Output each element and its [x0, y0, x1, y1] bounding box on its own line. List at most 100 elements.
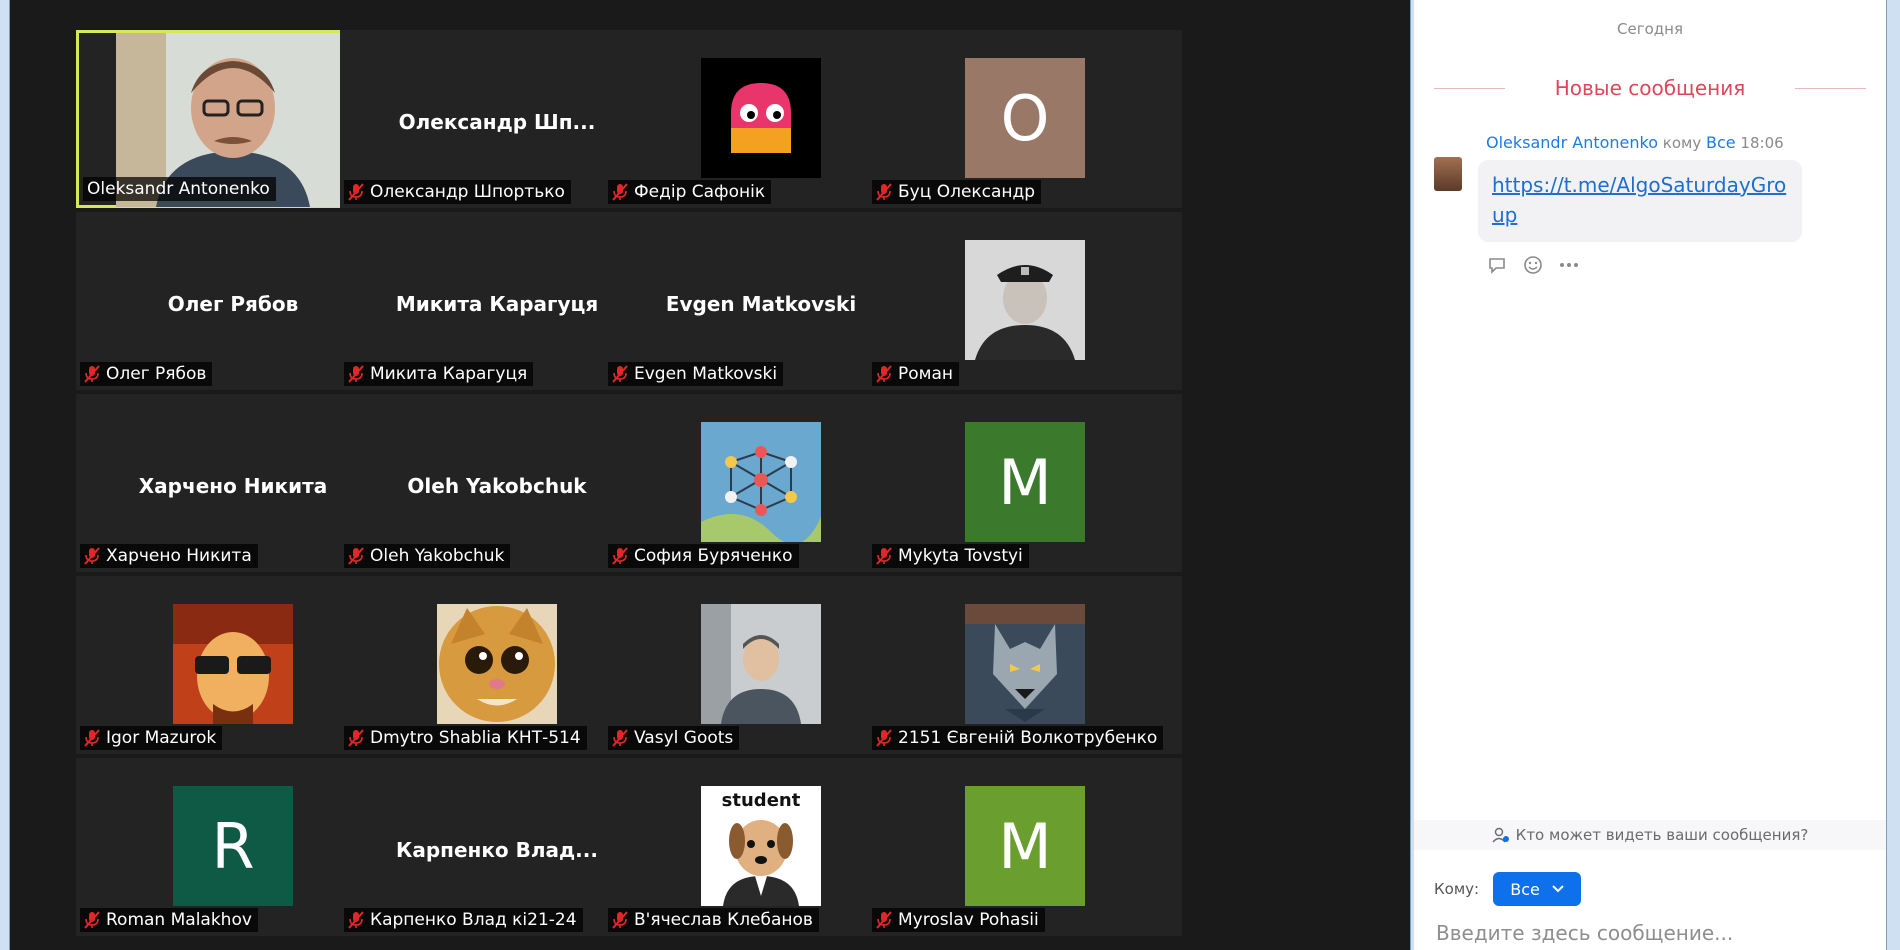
muted-mic-icon [84, 547, 100, 565]
participant-name-label: Myroslav Pohasii [872, 908, 1045, 932]
participant-name-label: Буц Олександр [872, 180, 1042, 204]
participant-tile[interactable]: 2151 Євгеній Волкотрубенко [868, 576, 1182, 754]
participant-name-label: Vasyl Goots [608, 726, 740, 750]
participant-name-label: Федір Сафонік [608, 180, 772, 204]
window-frame-left [0, 0, 10, 950]
participant-name: В'ячеслав Клебанов [634, 910, 813, 930]
participant-name-label: Микита Карагуця [344, 362, 534, 386]
reply-icon[interactable] [1486, 254, 1508, 276]
avatar: O [965, 58, 1085, 178]
muted-mic-icon [876, 183, 892, 201]
participant-name-label: Evgen Matkovski [608, 362, 784, 386]
chat-panel: Сегодня Новые сообщения Oleksandr Antone… [1414, 0, 1886, 950]
more-icon[interactable] [1558, 254, 1580, 276]
cat-avatar [437, 604, 557, 724]
man-photo [701, 604, 821, 724]
participant-name-label: Олександр Шпортько [344, 180, 571, 204]
participant-grid: Oleksandr Antonenko Олександр Шп... Олекса… [76, 30, 1358, 950]
avatar: M [965, 422, 1085, 542]
participant-name: 2151 Євгеній Волкотрубенко [898, 728, 1158, 748]
emoji-icon[interactable] [1522, 254, 1544, 276]
chevron-down-icon [1552, 885, 1564, 893]
participant-name: Харчено Никита [106, 546, 252, 566]
recipient-row: Кому: Все [1434, 872, 1582, 906]
muted-mic-icon [84, 365, 100, 383]
who-can-see-link[interactable]: Кто может видеть ваши сообщения? [1414, 820, 1886, 850]
recipient-label: Кому: [1434, 880, 1480, 898]
participant-name-label: Oleh Yakobchuk [344, 544, 511, 568]
who-can-see-text: Кто может видеть ваши сообщения? [1515, 826, 1809, 844]
svg-text:student: student [722, 790, 801, 811]
message-link[interactable]: https://t.me/AlgoSaturdayGroup [1492, 173, 1786, 227]
participant-name: Карпенко Влад кі21-24 [370, 910, 577, 930]
sunglasses-portrait [173, 604, 293, 724]
recipient-value: Все [1510, 879, 1540, 899]
participant-name-label: Карпенко Влад кі21-24 [344, 908, 583, 932]
window-frame-right [1886, 0, 1900, 950]
participant-name-label: 2151 Євгеній Волкотрубенко [872, 726, 1164, 750]
message-actions [1486, 254, 1580, 276]
avatar: R [173, 786, 293, 906]
muted-mic-icon [612, 183, 628, 201]
participant-name: Буц Олександр [898, 182, 1036, 202]
participant-name: Vasyl Goots [634, 728, 734, 748]
pacman-ghost-avatar [701, 58, 821, 178]
participant-name: София Буряченко [634, 546, 793, 566]
muted-mic-icon [612, 729, 628, 747]
divider-line [1795, 87, 1867, 89]
message-to-prefix: кому [1662, 134, 1702, 152]
participant-name-label: Roman Malakhov [80, 908, 258, 932]
muted-mic-icon [612, 547, 628, 565]
message-recipient: Все [1706, 133, 1736, 152]
participant-tile[interactable]: M Mykyta Tovstyi [868, 394, 1182, 572]
recipient-dropdown[interactable]: Все [1493, 872, 1582, 906]
participant-name: Evgen Matkovski [634, 364, 778, 384]
muted-mic-icon [348, 547, 364, 565]
muted-mic-icon [348, 911, 364, 929]
participant-name: Олег Рябов [106, 364, 207, 384]
date-separator: Сегодня [1617, 20, 1683, 38]
participant-name-label: В'ячеслав Клебанов [608, 908, 819, 932]
participant-name: Олександр Шпортько [370, 182, 565, 202]
divider-line [1434, 87, 1505, 89]
muted-mic-icon [348, 729, 364, 747]
participant-name-label: Олег Рябов [80, 362, 213, 386]
muted-mic-icon [348, 183, 364, 201]
message-header: Oleksandr Antonenko кому Все 18:06 [1486, 133, 1784, 152]
muted-mic-icon [84, 729, 100, 747]
participant-name: Oleksandr Antonenko [87, 179, 270, 199]
participant-name-label: Dmytro Shablia КНТ-514 [344, 726, 587, 750]
muted-mic-icon [612, 911, 628, 929]
message-input[interactable] [1436, 918, 1866, 948]
user-visibility-icon [1492, 827, 1509, 843]
muted-mic-icon [84, 911, 100, 929]
message-time: 18:06 [1740, 134, 1784, 152]
participant-tile[interactable]: Роман [868, 212, 1182, 390]
participant-name: Oleh Yakobchuk [370, 546, 505, 566]
muted-mic-icon [876, 729, 892, 747]
participant-name: Roman Malakhov [106, 910, 252, 930]
participant-name-label: Oleksandr Antonenko [83, 177, 276, 201]
message-bubble: https://t.me/AlgoSaturdayGroup [1478, 160, 1802, 242]
participant-name-label: Igor Mazurok [80, 726, 223, 750]
police-officer-photo [965, 240, 1085, 360]
student-dog-avatar: student [701, 786, 821, 906]
muted-mic-icon [612, 365, 628, 383]
participant-name: Igor Mazurok [106, 728, 217, 748]
participant-name: Mykyta Tovstyi [898, 546, 1023, 566]
participant-name: Dmytro Shablia КНТ-514 [370, 728, 581, 748]
avatar: M [965, 786, 1085, 906]
participant-name: Микита Карагуця [370, 364, 528, 384]
new-messages-divider: Новые сообщения [1434, 76, 1867, 100]
participant-name-label: Mykyta Tovstyi [872, 544, 1029, 568]
participant-tile[interactable]: M Myroslav Pohasii [868, 758, 1182, 936]
participant-name-label: Роман [872, 362, 960, 386]
muted-mic-icon [876, 547, 892, 565]
avatar[interactable] [1434, 157, 1462, 191]
participant-name: Myroslav Pohasii [898, 910, 1039, 930]
participant-tile[interactable]: O Буц Олександр [868, 30, 1182, 208]
muted-mic-icon [348, 365, 364, 383]
muted-mic-icon [876, 365, 892, 383]
participant-name: Федір Сафонік [634, 182, 766, 202]
message-sender[interactable]: Oleksandr Antonenko [1486, 133, 1658, 152]
